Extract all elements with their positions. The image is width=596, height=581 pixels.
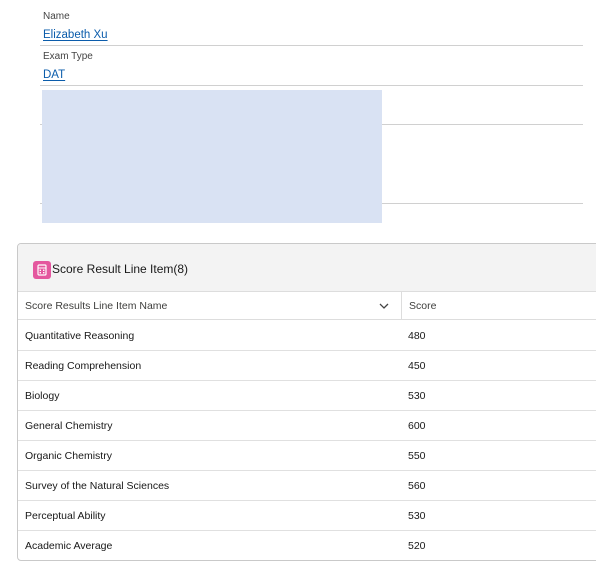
score-value: 520 (408, 540, 426, 552)
score-result-related-list: Score Result Line Item(8) Score Results … (17, 243, 596, 561)
table-row[interactable]: Reading Comprehension 450 (18, 351, 596, 381)
score-item-name: Academic Average (25, 540, 113, 552)
field-divider (40, 85, 583, 86)
field-divider (40, 45, 583, 46)
column-header-name[interactable]: Score Results Line Item Name (18, 292, 401, 320)
score-item-name: Perceptual Ability (25, 510, 106, 522)
score-report-icon (33, 261, 51, 279)
score-value: 530 (408, 390, 426, 402)
exam-type-field-link[interactable]: DAT (43, 69, 65, 81)
column-header-score-label: Score (409, 300, 437, 312)
table-row[interactable]: Organic Chemistry 550 (18, 441, 596, 471)
score-value: 600 (408, 420, 426, 432)
score-value: 560 (408, 480, 426, 492)
table-row[interactable]: Survey of the Natural Sciences 560 (18, 471, 596, 501)
score-value: 450 (408, 360, 426, 372)
score-item-name: General Chemistry (25, 420, 113, 432)
table-row[interactable]: Academic Average 520 (18, 531, 596, 560)
score-value: 530 (408, 510, 426, 522)
redacted-area (42, 90, 382, 223)
column-header-score[interactable]: Score (401, 292, 596, 320)
score-value: 480 (408, 330, 426, 342)
exam-type-field-label: Exam Type (43, 51, 93, 62)
name-field-label: Name (43, 11, 70, 22)
score-item-name: Survey of the Natural Sciences (25, 480, 170, 492)
record-page: Name Elizabeth Xu Exam Type DAT Score Re… (0, 0, 596, 581)
related-list-header: Score Result Line Item(8) (18, 244, 596, 292)
related-list-title[interactable]: Score Result Line Item(8) (52, 262, 188, 276)
score-value: 550 (408, 450, 426, 462)
score-item-name: Organic Chemistry (25, 450, 112, 462)
chevron-down-icon[interactable] (378, 300, 390, 312)
table-row[interactable]: Biology 530 (18, 381, 596, 411)
score-item-name: Biology (25, 390, 60, 402)
table-row[interactable]: General Chemistry 600 (18, 411, 596, 441)
name-field-link[interactable]: Elizabeth Xu (43, 29, 108, 41)
score-item-name: Reading Comprehension (25, 360, 142, 372)
table-body: Quantitative Reasoning 480 Reading Compr… (18, 321, 596, 560)
table-row[interactable]: Quantitative Reasoning 480 (18, 321, 596, 351)
column-header-name-label: Score Results Line Item Name (25, 300, 168, 312)
table-row[interactable]: Perceptual Ability 530 (18, 501, 596, 531)
score-item-name: Quantitative Reasoning (25, 330, 135, 342)
